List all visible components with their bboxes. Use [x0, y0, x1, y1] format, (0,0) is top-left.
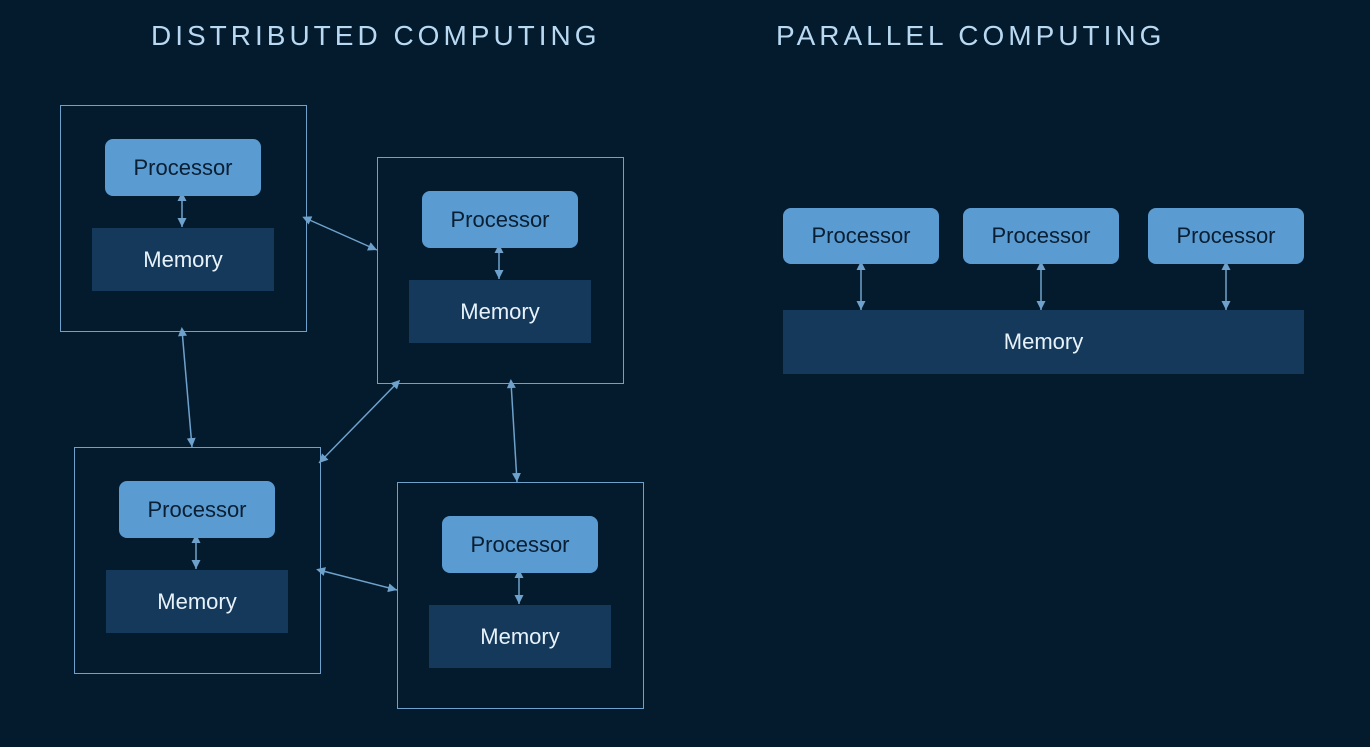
- memory-box: Memory: [409, 280, 591, 343]
- processor-box: Processor: [442, 516, 598, 573]
- distributed-node: Processor Memory: [60, 105, 307, 332]
- processor-box: Processor: [422, 191, 578, 248]
- memory-box: Memory: [92, 228, 274, 291]
- processor-box: Processor: [963, 208, 1119, 264]
- distributed-node: Processor Memory: [377, 157, 624, 384]
- distributed-node: Processor Memory: [74, 447, 321, 674]
- memory-box: Memory: [106, 570, 288, 633]
- processor-box: Processor: [783, 208, 939, 264]
- processor-box: Processor: [1148, 208, 1304, 264]
- processor-box: Processor: [105, 139, 261, 196]
- memory-box: Memory: [429, 605, 611, 668]
- processor-box: Processor: [119, 481, 275, 538]
- parallel-title: PARALLEL COMPUTING: [776, 20, 1165, 52]
- distributed-node: Processor Memory: [397, 482, 644, 709]
- distributed-title: DISTRIBUTED COMPUTING: [151, 20, 601, 52]
- shared-memory-box: Memory: [783, 310, 1304, 374]
